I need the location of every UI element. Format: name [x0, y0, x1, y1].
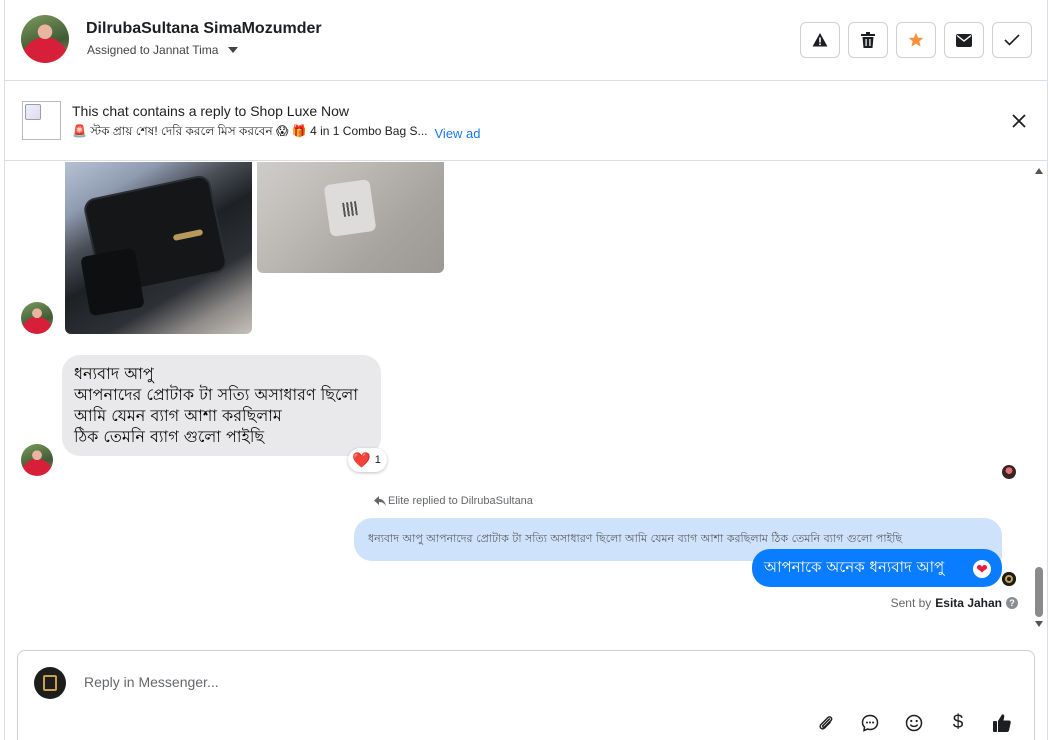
dollar-icon: $ [952, 712, 964, 733]
ad-subtitle: 🚨 স্টক প্রায় শেষ! দেরি করলে মিস করবেন 😱… [72, 124, 428, 138]
outgoing-message[interactable]: আপনাকে অনেক ধন্যবাদ আপু [752, 549, 1002, 587]
message-line: আমি যেমন ব্যাগ আশা করছিলাম [74, 406, 282, 425]
paperclip-icon [819, 716, 833, 730]
header-actions [800, 22, 1032, 58]
mark-unread-button[interactable] [944, 22, 984, 58]
ad-thumbnail[interactable] [22, 101, 61, 140]
close-icon [1012, 114, 1026, 128]
contact-avatar-small[interactable] [21, 302, 53, 334]
chevron-down-icon [228, 47, 239, 53]
reply-input[interactable] [84, 671, 684, 693]
like-button[interactable] [990, 711, 1014, 735]
mark-done-button[interactable] [992, 22, 1032, 58]
warning-icon [812, 33, 828, 47]
emoji-button[interactable] [902, 711, 926, 735]
conversation-panel: DilrubaSultana SimaMozumder Assigned to … [4, 0, 1048, 740]
ad-subtitle-row: 🚨 স্টক প্রায় শেষ! দেরি করলে মিস করবেন 😱… [72, 123, 481, 143]
star-button[interactable] [896, 22, 936, 58]
bag-shape [80, 247, 145, 317]
composer-toolbar: $ [814, 711, 1014, 735]
ad-reference-bar: This chat contains a reply to Shop Luxe … [5, 82, 1048, 161]
reaction-count: 1 [374, 454, 381, 466]
message-line: ধন্যবাদ আপু [74, 364, 154, 383]
attach-button[interactable] [814, 711, 838, 735]
replied-to-text: Elite replied to DilrubaSultana [388, 495, 533, 507]
star-icon [908, 32, 924, 47]
seen-indicator-avatar [1002, 465, 1016, 479]
view-ad-link[interactable]: View ad [435, 126, 481, 141]
sent-by-label: Sent by Esita Jahan ? [891, 596, 1018, 610]
attachment-image-bags[interactable] [65, 162, 252, 334]
attachment-image-tag[interactable] [257, 162, 444, 273]
contact-avatar-small[interactable] [21, 444, 53, 476]
scroll-down-arrow[interactable] [1035, 621, 1043, 627]
message-thread[interactable]: ধন্যবাদ আপু আপনাদের প্রোটাক টা সত্যি অসা… [5, 162, 1048, 637]
conversation-header: DilrubaSultana SimaMozumder Assigned to … [5, 0, 1048, 81]
scroll-up-arrow[interactable] [1035, 168, 1043, 174]
contact-name[interactable]: DilrubaSultana SimaMozumder [86, 20, 322, 38]
assignee-label: Assigned to Jannat Tima [87, 43, 219, 57]
message-line: ঠিক তেমনি ব্যাগ গুলো পাইছি [74, 427, 265, 446]
emoji-icon [905, 714, 923, 732]
shopping-bag-icon [43, 675, 57, 691]
check-icon [1004, 34, 1020, 46]
mark-spam-button[interactable] [800, 22, 840, 58]
chat-bubble-icon [861, 714, 879, 732]
close-ad-bar-button[interactable] [1008, 110, 1030, 132]
scrollbar-thumb[interactable] [1035, 567, 1043, 617]
page-avatar-seen [1002, 572, 1016, 586]
reply-context-label: Elite replied to DilrubaSultana [374, 495, 533, 507]
saved-replies-button[interactable] [858, 711, 882, 735]
assignee-dropdown[interactable]: Assigned to Jannat Tima [87, 43, 239, 57]
trash-icon [861, 32, 875, 48]
page-avatar [34, 667, 66, 699]
delete-button[interactable] [848, 22, 888, 58]
payment-button[interactable]: $ [946, 711, 970, 735]
sent-by-prefix: Sent by [890, 596, 932, 610]
envelope-icon [956, 33, 972, 47]
qr-code [342, 201, 358, 217]
ad-title: This chat contains a reply to Shop Luxe … [72, 103, 350, 119]
message-line: আপনাদের প্রোটাক টা সত্যি অসাধারণ ছিলো [74, 385, 358, 404]
reply-composer: $ [17, 650, 1035, 740]
help-icon[interactable]: ? [1006, 597, 1018, 609]
thumbs-up-icon [993, 714, 1011, 732]
heart-icon: ❤️ [352, 451, 371, 469]
incoming-message[interactable]: ধন্যবাদ আপু আপনাদের প্রোটাক টা সত্যি অসা… [62, 355, 381, 456]
contact-avatar[interactable] [21, 15, 69, 63]
sender-name: Esita Jahan [935, 596, 1002, 610]
reply-arrow-icon [374, 496, 386, 506]
heart-icon[interactable]: ❤ [973, 560, 991, 578]
message-reaction[interactable]: ❤️ 1 [348, 448, 387, 472]
